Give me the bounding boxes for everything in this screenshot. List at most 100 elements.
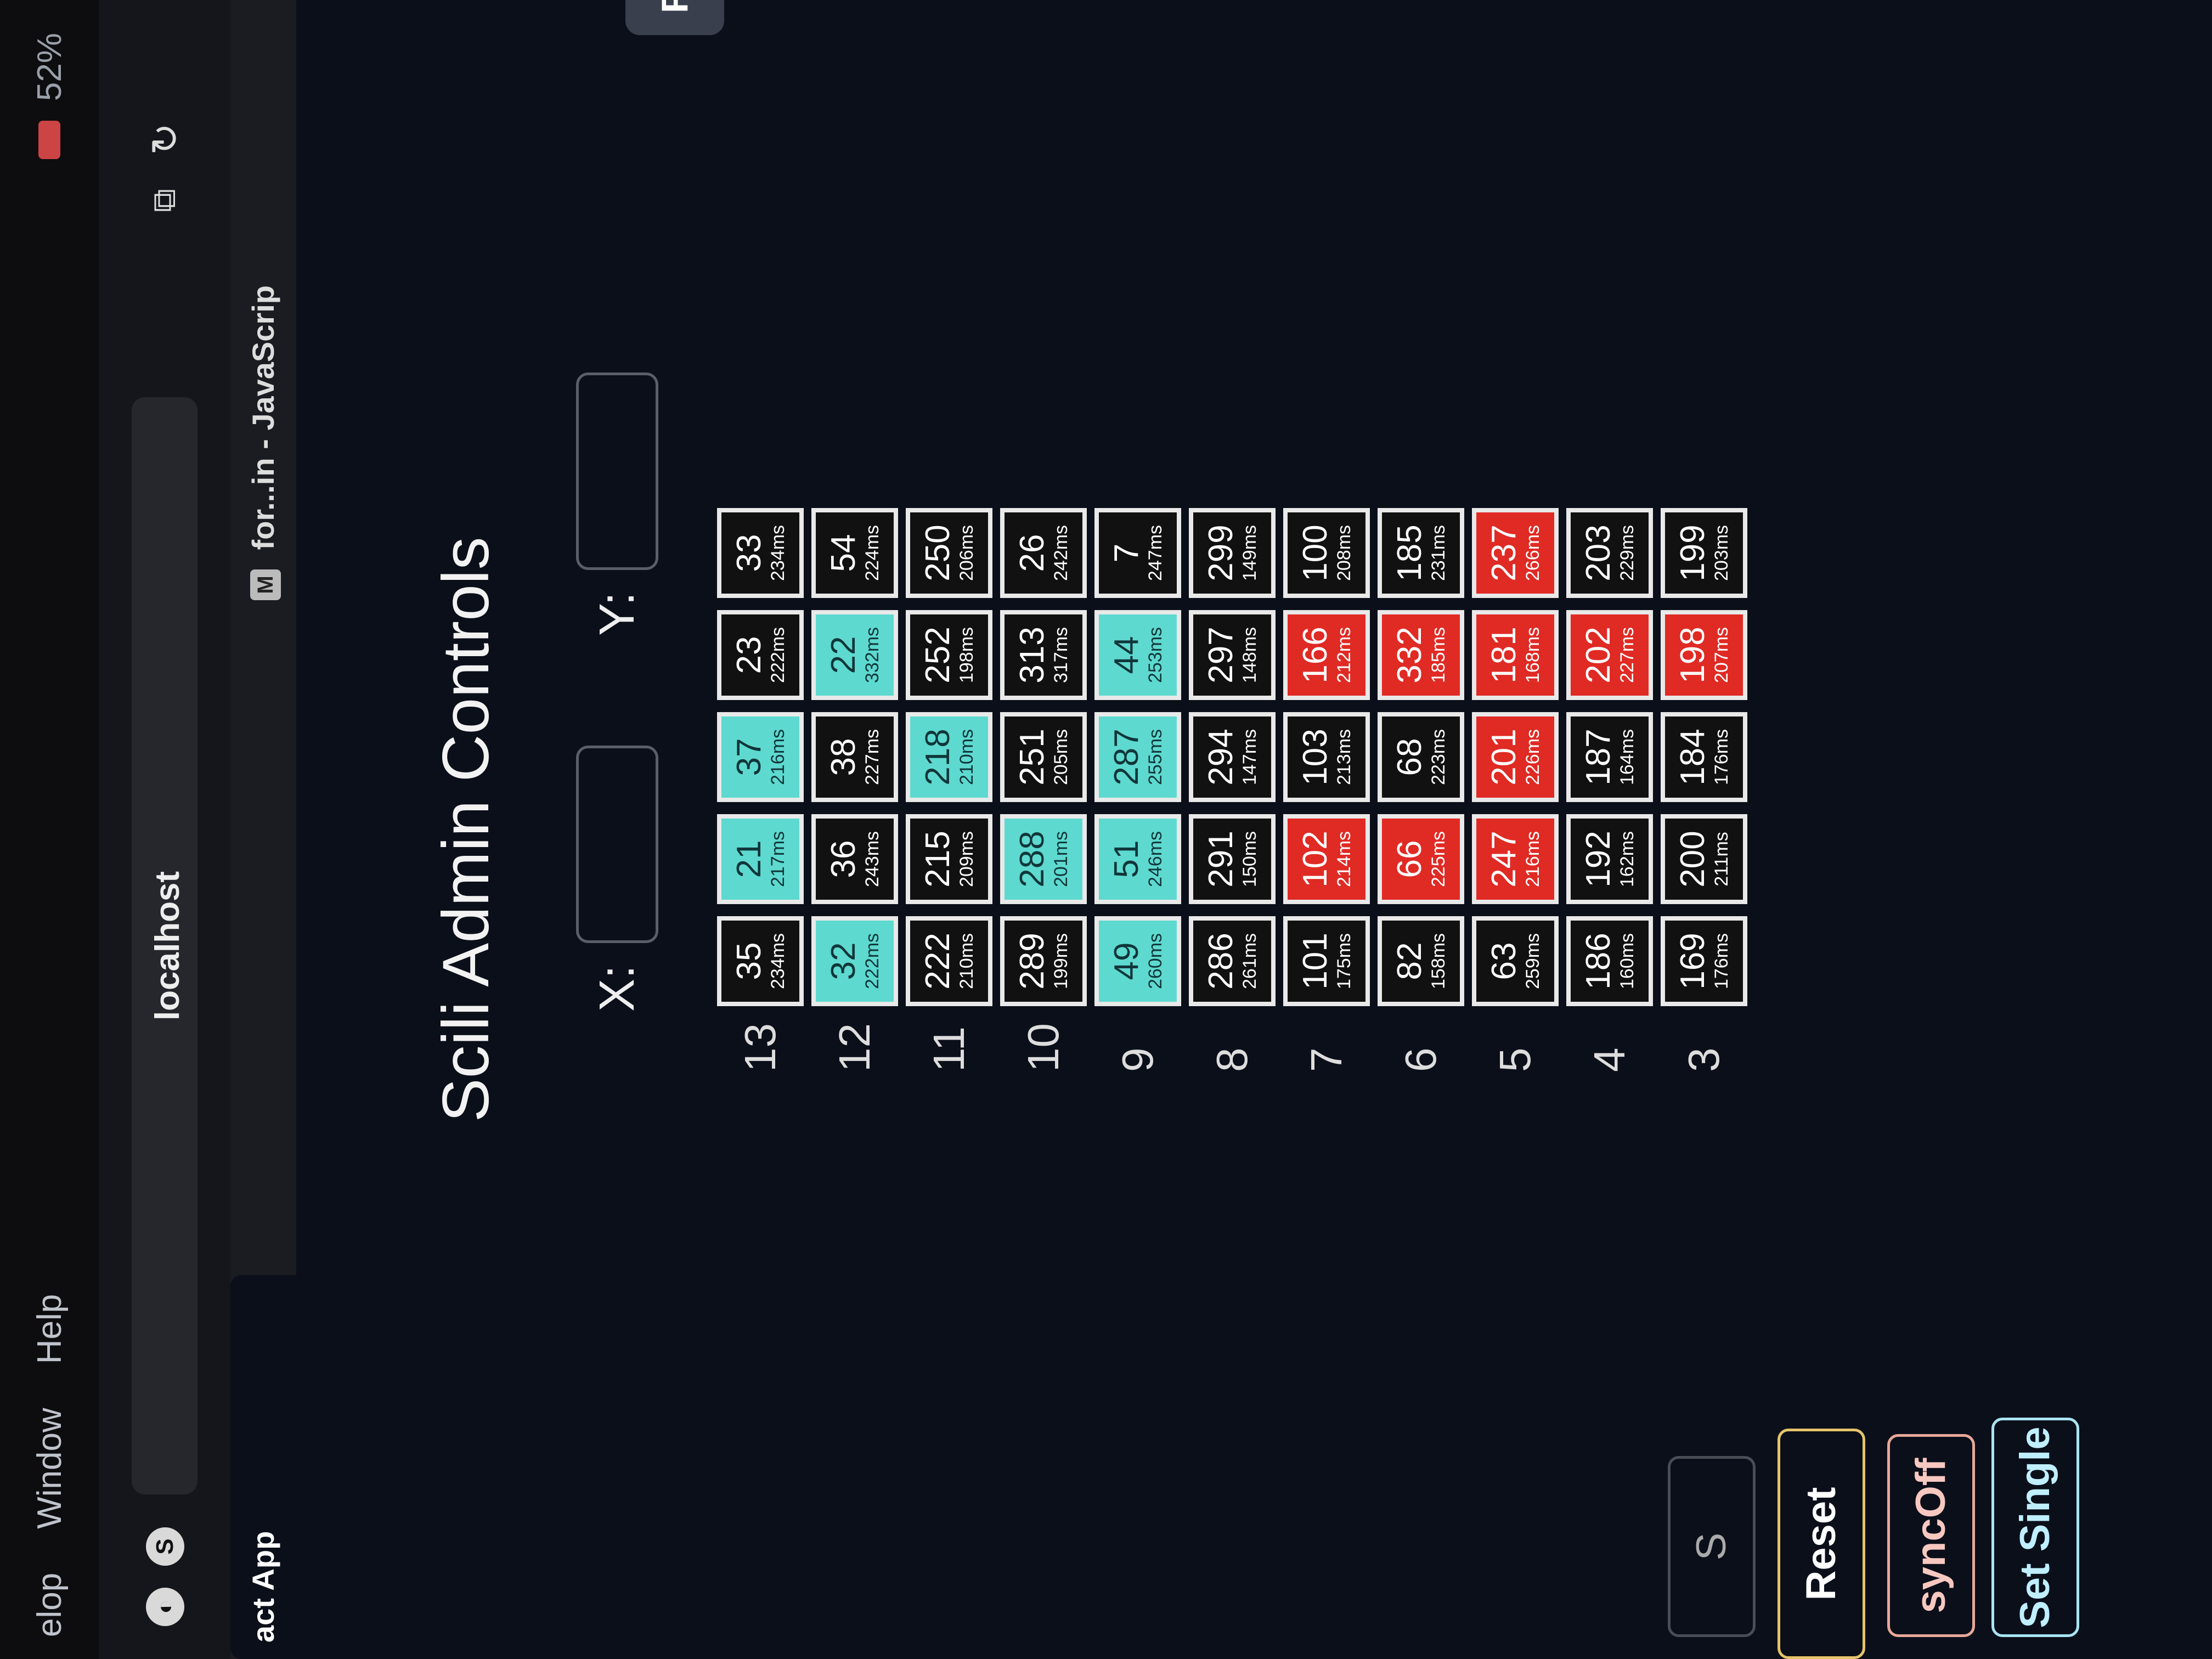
cell-value: 185 xyxy=(1391,524,1429,582)
menu-item-window[interactable]: Window xyxy=(30,1408,69,1529)
refresh-button[interactable]: Ref xyxy=(625,0,724,35)
y-input[interactable] xyxy=(576,372,658,570)
grid-cell[interactable]: 250 206ms xyxy=(906,508,992,598)
grid-cell[interactable]: 291 150ms xyxy=(1189,814,1276,904)
grid-cell[interactable]: 21 217ms xyxy=(717,814,804,904)
grid-cell[interactable]: 202 227ms xyxy=(1566,610,1653,700)
grid-cell[interactable]: 33 234ms xyxy=(717,508,804,598)
tab-bar: act App M for...in - JavaScrip xyxy=(230,0,296,1659)
grid-cell[interactable]: 297 148ms xyxy=(1189,610,1276,700)
cell-latency: 160ms xyxy=(1617,933,1638,990)
grid-cell[interactable]: 66 225ms xyxy=(1378,814,1464,904)
grid-cell[interactable]: 288 201ms xyxy=(1000,814,1087,904)
grid-row: 12 32 222ms 36 243ms 38 227ms 22 332ms 54 224ms xyxy=(808,496,902,1072)
grid-cell[interactable]: 286 261ms xyxy=(1189,916,1276,1006)
grid-cell[interactable]: 287 255ms xyxy=(1094,712,1181,802)
grid-cell[interactable]: 169 176ms xyxy=(1661,916,1747,1006)
cell-value: 22 xyxy=(825,636,862,674)
grid-cell[interactable]: 44 253ms xyxy=(1094,610,1181,700)
address-bar[interactable]: localhost ⧉ ↻ xyxy=(132,123,198,1494)
set-single-button[interactable]: Set Single xyxy=(1991,1418,2079,1637)
grid-cell[interactable]: 332 185ms xyxy=(1378,610,1464,700)
menu-item-app[interactable]: elop xyxy=(30,1573,69,1637)
grid-cell[interactable]: 237 266ms xyxy=(1472,508,1559,598)
page-title: Scili Admin Controls xyxy=(429,537,503,1122)
tab-javascript-docs[interactable]: M for...in - JavaScrip xyxy=(230,0,296,617)
grid-cell[interactable]: 294 147ms xyxy=(1189,712,1276,802)
grid-cell[interactable]: 102 214ms xyxy=(1283,814,1370,904)
grid-cell[interactable]: 299 149ms xyxy=(1189,508,1276,598)
grid-cell[interactable]: 222 210ms xyxy=(906,916,992,1006)
grid-cell[interactable]: 192 162ms xyxy=(1566,814,1653,904)
grid-cell[interactable]: 103 213ms xyxy=(1283,712,1370,802)
grid-cell[interactable]: 166 212ms xyxy=(1283,610,1370,700)
grid-cell[interactable]: 68 223ms xyxy=(1378,712,1464,802)
grid-cell[interactable]: 186 160ms xyxy=(1566,916,1653,1006)
tray-app-icon[interactable] xyxy=(38,121,60,159)
cell-latency: 317ms xyxy=(1051,627,1071,684)
grid-cell[interactable]: 63 259ms xyxy=(1472,916,1559,1006)
screen: elop Window Help 52% ◐ S localhost ⧉ ↻ a… xyxy=(0,0,2212,1659)
grid-cell[interactable]: 32 222ms xyxy=(811,916,898,1006)
grid-cell[interactable]: 201 226ms xyxy=(1472,712,1559,802)
cell-value: 202 xyxy=(1579,627,1617,684)
grid-cell[interactable]: 251 205ms xyxy=(1000,712,1087,802)
grid-cell[interactable]: 101 175ms xyxy=(1283,916,1370,1006)
grid-cell[interactable]: 313 317ms xyxy=(1000,610,1087,700)
profile-icon[interactable]: S xyxy=(146,1527,184,1566)
row-label: 7 xyxy=(1302,1047,1351,1073)
cell-value: 100 xyxy=(1296,524,1334,582)
grid-cell[interactable]: 22 332ms xyxy=(811,610,898,700)
cell-latency: 148ms xyxy=(1239,627,1260,684)
cell-latency: 259ms xyxy=(1522,933,1543,990)
cell-value: 203 xyxy=(1579,524,1617,582)
reset-button[interactable]: Reset xyxy=(1778,1429,1865,1659)
sync-off-button[interactable]: syncOff xyxy=(1887,1434,1975,1637)
grid-cell[interactable]: 247 216ms xyxy=(1472,814,1559,904)
grid-cell[interactable]: 38 227ms xyxy=(811,712,898,802)
grid-cell[interactable]: 51 246ms xyxy=(1094,814,1181,904)
grid-cell[interactable]: 187 164ms xyxy=(1566,712,1653,802)
grid-cell[interactable]: 54 224ms xyxy=(811,508,898,598)
cell-value: 247 xyxy=(1485,831,1523,888)
cell-value: 44 xyxy=(1108,636,1146,674)
cell-value: 23 xyxy=(730,636,768,674)
grid-cell[interactable]: 218 210ms xyxy=(906,712,992,802)
x-label: X: xyxy=(589,964,645,1012)
tab-react-app[interactable]: act App xyxy=(230,1275,296,1659)
grid-cell[interactable]: 36 243ms xyxy=(811,814,898,904)
menu-item-help[interactable]: Help xyxy=(30,1294,69,1364)
grid-cell[interactable]: 181 168ms xyxy=(1472,610,1559,700)
translate-icon[interactable]: ⧉ xyxy=(145,189,183,212)
grid-cell[interactable]: 185 231ms xyxy=(1378,508,1464,598)
grid-cell[interactable]: 199 203ms xyxy=(1661,508,1747,598)
cell-value: 101 xyxy=(1296,933,1334,990)
grid-cell[interactable]: 289 199ms xyxy=(1000,916,1087,1006)
grid-cell[interactable]: 49 260ms xyxy=(1094,916,1181,1006)
cell-value: 38 xyxy=(825,738,862,776)
grid-cell[interactable]: 37 216ms xyxy=(717,712,804,802)
grid-cell[interactable]: 198 207ms xyxy=(1661,610,1747,700)
s-button[interactable]: S xyxy=(1668,1456,1756,1637)
cell-latency: 149ms xyxy=(1239,524,1260,582)
cell-value: 297 xyxy=(1202,627,1240,684)
x-input[interactable] xyxy=(576,745,658,943)
menu-bar: elop Window Help 52% xyxy=(0,0,99,1659)
grid-cell[interactable]: 203 229ms xyxy=(1566,508,1653,598)
grid-cell[interactable]: 82 158ms xyxy=(1378,916,1464,1006)
cell-value: 218 xyxy=(919,729,957,786)
grid-cell[interactable]: 252 198ms xyxy=(906,610,992,700)
cell-latency: 207ms xyxy=(1711,627,1732,684)
grid-cell[interactable]: 200 211ms xyxy=(1661,814,1747,904)
grid-row: 9 49 260ms 51 246ms 287 255ms 44 253ms 7 247ms xyxy=(1091,496,1185,1072)
grid-cell[interactable]: 7 247ms xyxy=(1094,508,1181,598)
grid-cell[interactable]: 23 222ms xyxy=(717,610,804,700)
grid-cell[interactable]: 26 242ms xyxy=(1000,508,1087,598)
reload-icon[interactable]: ↻ xyxy=(143,123,188,155)
extension-icon[interactable]: ◐ xyxy=(146,1588,184,1626)
grid-cell[interactable]: 35 234ms xyxy=(717,916,804,1006)
grid-cell[interactable]: 100 208ms xyxy=(1283,508,1370,598)
grid-cell[interactable]: 215 209ms xyxy=(906,814,992,904)
cell-value: 200 xyxy=(1674,831,1712,888)
grid-cell[interactable]: 184 176ms xyxy=(1661,712,1747,802)
